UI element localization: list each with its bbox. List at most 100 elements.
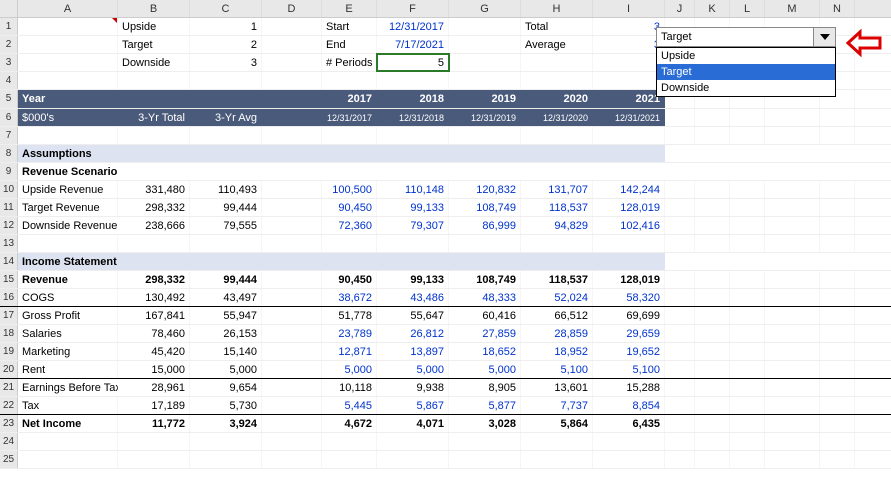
col-header[interactable]: A <box>18 0 118 17</box>
col-header[interactable]: K <box>695 0 730 17</box>
cell[interactable]: 3 <box>190 54 262 71</box>
cell[interactable] <box>593 54 665 71</box>
cell[interactable]: 3 <box>593 18 665 35</box>
cell[interactable]: 2 <box>190 36 262 53</box>
row-label[interactable]: Target Revenue <box>18 199 118 216</box>
row-header[interactable]: 15 <box>0 271 18 288</box>
cell[interactable]: 7/17/2021 <box>377 36 449 53</box>
units-label[interactable]: $000's <box>18 109 118 126</box>
col-header[interactable]: C <box>190 0 262 17</box>
row-header[interactable]: 4 <box>0 72 18 89</box>
row-header[interactable]: 20 <box>0 361 18 378</box>
col-header[interactable]: F <box>377 0 449 17</box>
row-header[interactable]: 19 <box>0 343 18 360</box>
cell[interactable]: Target <box>118 36 190 53</box>
col-header[interactable]: H <box>521 0 593 17</box>
row-label[interactable]: Tax <box>18 397 118 414</box>
row-header[interactable]: 23 <box>0 415 18 432</box>
date-col[interactable]: 12/31/2019 <box>449 109 521 126</box>
cell[interactable]: Average <box>521 36 593 53</box>
cell[interactable]: 3 <box>593 36 665 53</box>
col-header[interactable]: L <box>730 0 765 17</box>
cell[interactable] <box>521 54 593 71</box>
col-header[interactable]: I <box>593 0 665 17</box>
row-header[interactable]: 14 <box>0 253 18 270</box>
row-header[interactable]: 5 <box>0 90 18 108</box>
col-header[interactable]: E <box>322 0 377 17</box>
row-header[interactable]: 3 <box>0 54 18 71</box>
row-header[interactable]: 22 <box>0 397 18 414</box>
section-income-statement[interactable]: Income Statement <box>18 253 118 270</box>
col-header[interactable]: M <box>765 0 820 17</box>
year-col[interactable]: 2017 <box>322 90 377 108</box>
row-label[interactable]: Gross Profit <box>18 307 118 324</box>
col-header[interactable]: J <box>665 0 695 17</box>
row-header[interactable]: 9 <box>0 163 18 180</box>
row-label[interactable]: Upside Revenue <box>18 181 118 198</box>
year-col[interactable]: 2020 <box>521 90 593 108</box>
date-col[interactable]: 12/31/2020 <box>521 109 593 126</box>
cell[interactable]: Upside <box>118 18 190 35</box>
row-header[interactable]: 10 <box>0 181 18 198</box>
scenario-dropdown[interactable]: Target <box>656 27 836 47</box>
row-header[interactable]: 16 <box>0 289 18 306</box>
row-label[interactable]: Rent <box>18 361 118 378</box>
row-label[interactable]: Salaries <box>18 325 118 342</box>
total-col-label[interactable]: 3-Yr Total <box>118 109 190 126</box>
cell[interactable]: # Periods <box>322 54 377 71</box>
row-label[interactable]: Downside Revenue <box>18 217 118 234</box>
cell[interactable] <box>18 54 118 71</box>
col-header[interactable]: G <box>449 0 521 17</box>
cell[interactable]: Start <box>322 18 377 35</box>
year-header[interactable]: Year <box>18 90 118 108</box>
row-header[interactable]: 17 <box>0 307 18 324</box>
corner-cell[interactable] <box>0 0 18 17</box>
row-header[interactable]: 11 <box>0 199 18 216</box>
cell[interactable]: 1 <box>190 18 262 35</box>
cell[interactable] <box>262 54 322 71</box>
cell[interactable] <box>262 36 322 53</box>
cell[interactable] <box>262 18 322 35</box>
active-cell[interactable]: 5 <box>377 54 449 71</box>
date-col[interactable]: 12/31/2021 <box>593 109 665 126</box>
row-header[interactable]: 18 <box>0 325 18 342</box>
year-col[interactable]: 2018 <box>377 90 449 108</box>
row-label[interactable]: COGS <box>18 289 118 306</box>
row-header[interactable]: 6 <box>0 109 18 126</box>
dropdown-option-target[interactable]: Target <box>657 64 835 80</box>
col-header[interactable]: D <box>262 0 322 17</box>
date-col[interactable]: 12/31/2018 <box>377 109 449 126</box>
col-header[interactable]: N <box>820 0 855 17</box>
cell[interactable] <box>449 36 521 53</box>
cell[interactable] <box>449 18 521 35</box>
dropdown-button[interactable] <box>813 28 835 46</box>
row-label[interactable]: Marketing <box>18 343 118 360</box>
row-header[interactable]: 8 <box>0 145 18 162</box>
row-header[interactable]: 25 <box>0 451 18 468</box>
col-header[interactable]: B <box>118 0 190 17</box>
row-header[interactable]: 2 <box>0 36 18 53</box>
cell[interactable]: Downside <box>118 54 190 71</box>
date-col[interactable]: 12/31/2017 <box>322 109 377 126</box>
cell[interactable] <box>18 18 118 35</box>
dropdown-option-upside[interactable]: Upside <box>657 48 835 64</box>
row-header[interactable]: 7 <box>0 127 18 144</box>
row-label[interactable]: Earnings Before Tax <box>18 379 118 396</box>
row-header[interactable]: 13 <box>0 235 18 252</box>
cell[interactable]: Total <box>521 18 593 35</box>
section-assumptions[interactable]: Assumptions <box>18 145 118 162</box>
year-col[interactable]: 2019 <box>449 90 521 108</box>
cell[interactable]: 12/31/2017 <box>377 18 449 35</box>
row-label[interactable]: Revenue <box>18 271 118 288</box>
avg-col-label[interactable]: 3-Yr Avg <box>190 109 262 126</box>
dropdown-option-downside[interactable]: Downside <box>657 80 835 96</box>
section-revenue-scenarios[interactable]: Revenue Scenarios <box>18 163 118 180</box>
row-header[interactable]: 12 <box>0 217 18 234</box>
cell[interactable] <box>18 36 118 53</box>
row-header[interactable]: 1 <box>0 18 18 35</box>
row-header[interactable]: 21 <box>0 379 18 396</box>
cell[interactable] <box>449 54 521 71</box>
year-col[interactable]: 2021 <box>593 90 665 108</box>
row-header[interactable]: 24 <box>0 433 18 450</box>
row-label[interactable]: Net Income <box>18 415 118 432</box>
